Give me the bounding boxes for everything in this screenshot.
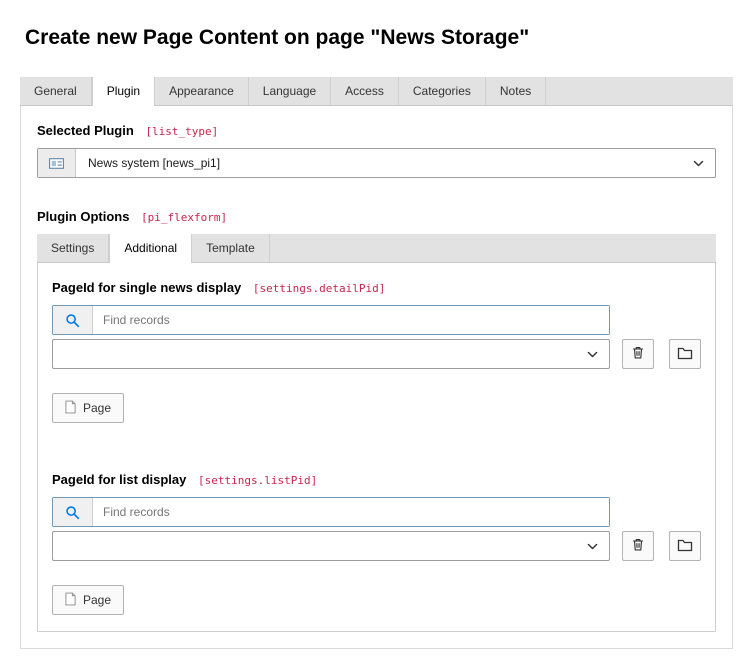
page-button[interactable]: Page bbox=[52, 585, 124, 615]
page-button-label: Page bbox=[83, 593, 111, 607]
folder-icon bbox=[677, 538, 693, 555]
field-label-row: PageId for single news display [settings… bbox=[52, 279, 701, 297]
page-icon bbox=[65, 592, 76, 609]
chevron-down-icon bbox=[682, 149, 715, 177]
delete-button[interactable] bbox=[622, 531, 654, 561]
trash-icon bbox=[631, 537, 645, 555]
subtab-settings[interactable]: Settings bbox=[37, 234, 109, 262]
tab-access[interactable]: Access bbox=[331, 77, 399, 105]
tab-categories[interactable]: Categories bbox=[399, 77, 486, 105]
plugin-options-label-row: Plugin Options [pi_flexform] bbox=[37, 208, 716, 226]
field-list-pid: PageId for list display [settings.listPi… bbox=[52, 471, 701, 615]
field-label: PageId for list display bbox=[52, 472, 186, 487]
record-select-row bbox=[52, 531, 701, 561]
selected-plugin-value: News system [news_pi1] bbox=[76, 149, 682, 177]
content-panel: Selected Plugin [list_type] News system … bbox=[20, 106, 733, 649]
chevron-down-icon bbox=[576, 540, 609, 553]
field-label: PageId for single news display bbox=[52, 280, 241, 295]
page-title: Create new Page Content on page "News St… bbox=[25, 26, 753, 49]
tab-notes[interactable]: Notes bbox=[486, 77, 546, 105]
record-search-group bbox=[52, 497, 610, 527]
record-select-row bbox=[52, 339, 701, 369]
plugin-options-code: [pi_flexform] bbox=[141, 211, 227, 224]
subtab-additional[interactable]: Additional bbox=[109, 234, 192, 262]
find-records-input[interactable] bbox=[93, 498, 609, 526]
tab-language[interactable]: Language bbox=[249, 77, 331, 105]
field-code: [settings.detailPid] bbox=[253, 282, 385, 295]
delete-button[interactable] bbox=[622, 339, 654, 369]
tab-plugin[interactable]: Plugin bbox=[92, 77, 155, 105]
tab-appearance[interactable]: Appearance bbox=[155, 77, 249, 105]
find-records-input[interactable] bbox=[93, 306, 609, 334]
page-button[interactable]: Page bbox=[52, 393, 124, 423]
page-icon bbox=[65, 400, 76, 417]
field-label-row: PageId for list display [settings.listPi… bbox=[52, 471, 701, 489]
field-detail-pid: PageId for single news display [settings… bbox=[52, 279, 701, 423]
trash-icon bbox=[631, 345, 645, 363]
plugin-type-icon bbox=[38, 149, 76, 177]
field-code: [settings.listPid] bbox=[198, 474, 317, 487]
create-content-screen: Create new Page Content on page "News St… bbox=[0, 26, 753, 666]
subtab-template[interactable]: Template bbox=[192, 234, 270, 262]
main-tabbar: General Plugin Appearance Language Acces… bbox=[20, 77, 733, 106]
browse-records-button[interactable] bbox=[669, 531, 701, 561]
plugin-options-tabbar: Settings Additional Template bbox=[37, 234, 716, 263]
selected-records-select[interactable] bbox=[52, 339, 610, 369]
record-search-group bbox=[52, 305, 610, 335]
selected-plugin-code: [list_type] bbox=[145, 125, 218, 138]
browse-records-button[interactable] bbox=[669, 339, 701, 369]
plugin-options-panel: PageId for single news display [settings… bbox=[37, 263, 716, 632]
chevron-down-icon bbox=[576, 348, 609, 361]
tab-general[interactable]: General bbox=[20, 77, 92, 105]
page-button-label: Page bbox=[83, 401, 111, 415]
plugin-options-label: Plugin Options bbox=[37, 209, 129, 224]
search-icon bbox=[53, 306, 93, 334]
selected-plugin-select[interactable]: News system [news_pi1] bbox=[37, 148, 716, 178]
selected-plugin-label: Selected Plugin bbox=[37, 123, 134, 138]
selected-records-select[interactable] bbox=[52, 531, 610, 561]
search-icon bbox=[53, 498, 93, 526]
selected-plugin-label-row: Selected Plugin [list_type] bbox=[37, 122, 716, 140]
folder-icon bbox=[677, 346, 693, 363]
